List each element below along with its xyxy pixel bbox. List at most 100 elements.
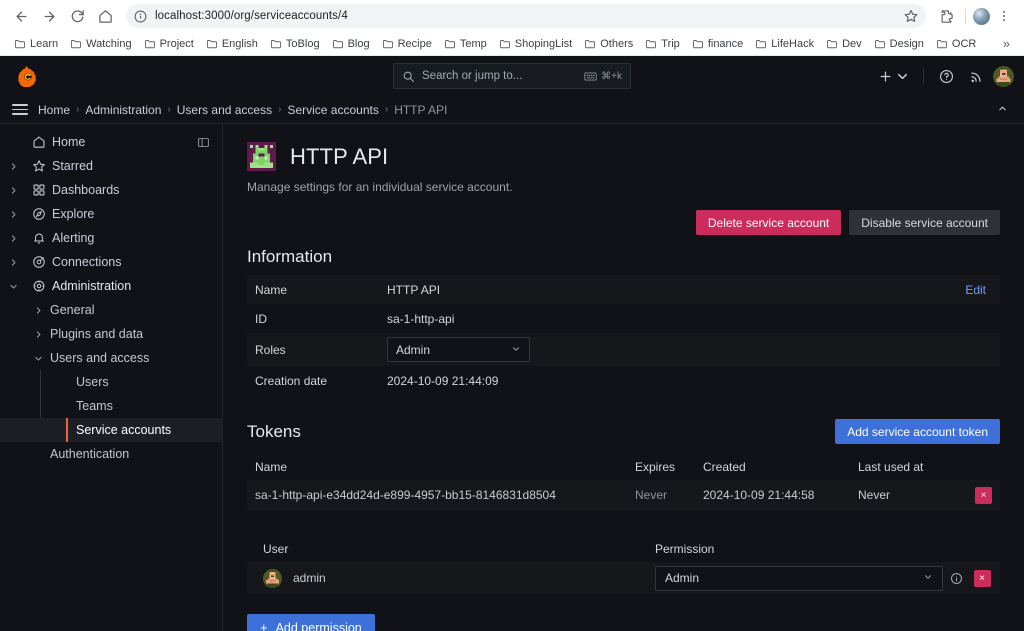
- permission-select[interactable]: Admin: [655, 565, 943, 591]
- chevron-right-icon[interactable]: [0, 234, 26, 243]
- bookmark-label: Temp: [459, 37, 487, 50]
- dock-menu-icon[interactable]: [192, 131, 214, 153]
- bookmark-star-icon[interactable]: [904, 9, 918, 23]
- bookmark-label: Project: [159, 37, 194, 50]
- news-button[interactable]: [963, 63, 989, 89]
- add-permission-container: + Add permission: [247, 614, 1000, 631]
- help-button[interactable]: [933, 63, 959, 89]
- back-icon[interactable]: [8, 3, 34, 29]
- sidebar-item-starred[interactable]: Starred: [0, 154, 222, 178]
- site-info-icon[interactable]: [134, 10, 147, 23]
- bookmark-item[interactable]: Project: [138, 36, 200, 52]
- column-header-last-used: Last used at: [858, 460, 924, 474]
- table-row: sa-1-http-api-e34dd24d-e899-4957-bb15-81…: [247, 480, 1000, 510]
- extensions-icon[interactable]: [934, 4, 958, 28]
- bookmark-label: Others: [600, 37, 634, 50]
- bookmark-item[interactable]: LifeHack: [749, 36, 820, 52]
- sidebar-item-explore[interactable]: Explore: [0, 202, 222, 226]
- folder-icon: [936, 39, 947, 48]
- user-avatar[interactable]: [993, 65, 1014, 87]
- sidebar-item-label: Users and access: [50, 351, 150, 365]
- permission-info-icon[interactable]: [943, 572, 969, 585]
- sidebar-item-users[interactable]: Users: [0, 370, 222, 394]
- star-icon: [26, 159, 52, 173]
- remove-permission-button[interactable]: ×: [973, 569, 991, 587]
- search-input[interactable]: Search or jump to... ⌘+k: [393, 63, 631, 89]
- grafana-logo-icon[interactable]: [14, 62, 42, 90]
- bookmark-item[interactable]: finance: [686, 36, 749, 52]
- browser-profile-avatar[interactable]: [973, 7, 990, 25]
- chevron-right-icon[interactable]: [0, 258, 26, 267]
- collapse-header-button[interactable]: [997, 103, 1014, 117]
- bookmark-item[interactable]: Temp: [438, 36, 493, 52]
- forward-icon[interactable]: [36, 3, 62, 29]
- chevron-down-icon[interactable]: [26, 354, 50, 363]
- add-permission-button[interactable]: + Add permission: [247, 614, 375, 631]
- sidebar-item-dashboards[interactable]: Dashboards: [0, 178, 222, 202]
- bookmarks-overflow-button[interactable]: »: [997, 36, 1016, 51]
- home-icon[interactable]: [92, 3, 118, 29]
- sidebar-item-service-accounts[interactable]: Service accounts: [0, 418, 222, 442]
- folder-icon: [332, 39, 343, 48]
- bookmark-item[interactable]: Learn: [8, 36, 64, 52]
- bookmark-item[interactable]: Design: [868, 36, 930, 52]
- bookmark-item[interactable]: Others: [578, 36, 639, 52]
- sidebar: Home Starred Dashboards Explore Alerting…: [0, 124, 223, 631]
- browser-menu-icon[interactable]: [992, 4, 1016, 28]
- table-header-row: Name Expires Created Last used at: [247, 454, 1000, 480]
- sidebar-item-connections[interactable]: Connections: [0, 250, 222, 274]
- sidebar-item-alerting[interactable]: Alerting: [0, 226, 222, 250]
- breadcrumb-item-service-accounts[interactable]: Service accounts: [287, 103, 378, 117]
- bookmark-item[interactable]: Trip: [639, 36, 686, 52]
- search-placeholder: Search or jump to...: [422, 70, 523, 82]
- bookmark-item[interactable]: Watching: [64, 36, 137, 52]
- address-bar[interactable]: localhost:3000/org/serviceaccounts/4: [126, 4, 926, 28]
- chevron-right-icon[interactable]: [0, 186, 26, 195]
- sidebar-item-teams[interactable]: Teams: [0, 394, 222, 418]
- bookmark-item[interactable]: ToBlog: [264, 36, 326, 52]
- sidebar-item-label: Starred: [52, 159, 93, 173]
- page-subtitle: Manage settings for an individual servic…: [247, 180, 513, 194]
- breadcrumb-item-home[interactable]: Home: [38, 103, 70, 117]
- permission-actions: ×: [969, 569, 995, 587]
- sidebar-item-label: General: [50, 303, 95, 317]
- bookmark-item[interactable]: English: [200, 36, 264, 52]
- bookmark-item[interactable]: Blog: [326, 36, 376, 52]
- page-header: HTTP API: [247, 142, 1000, 171]
- breadcrumb-item-users-and-access[interactable]: Users and access: [177, 103, 272, 117]
- delete-service-account-button[interactable]: Delete service account: [695, 210, 842, 235]
- bookmark-item[interactable]: Dev: [820, 36, 868, 52]
- sidebar-item-administration[interactable]: Administration: [0, 274, 222, 298]
- sidebar-item-plugins-and-data[interactable]: Plugins and data: [0, 322, 222, 346]
- user-identicon: [263, 568, 282, 588]
- sidebar-item-general[interactable]: General: [0, 298, 222, 322]
- chevron-right-icon[interactable]: [26, 330, 50, 339]
- edit-link[interactable]: Edit: [965, 283, 992, 297]
- bookmark-item[interactable]: Recipe: [376, 36, 438, 52]
- chevron-down-icon[interactable]: [0, 282, 26, 291]
- bookmark-item[interactable]: OCR: [930, 36, 982, 52]
- add-service-account-token-button[interactable]: Add service account token: [835, 419, 1000, 444]
- roles-select[interactable]: Admin: [387, 337, 530, 362]
- delete-token-button[interactable]: ×: [975, 486, 992, 504]
- sidebar-item-users-and-access[interactable]: Users and access: [0, 346, 222, 370]
- new-menu-button[interactable]: [874, 63, 914, 89]
- breadcrumb-item-current: HTTP API: [394, 102, 448, 117]
- bookmark-label: Recipe: [397, 37, 432, 50]
- sidebar-item-authentication[interactable]: Authentication: [0, 442, 222, 466]
- reload-icon[interactable]: [64, 3, 90, 29]
- menu-toggle-icon[interactable]: [12, 104, 28, 115]
- sidebar-item-home[interactable]: Home: [0, 130, 222, 154]
- folder-icon: [646, 39, 657, 48]
- bookmark-item[interactable]: ShopingList: [493, 36, 579, 52]
- info-key: Roles: [255, 342, 286, 357]
- chevron-right-icon[interactable]: [0, 162, 26, 171]
- chevron-right-icon[interactable]: [0, 210, 26, 219]
- chevron-right-icon[interactable]: [26, 306, 50, 315]
- breadcrumb-separator: ›: [76, 104, 80, 115]
- toolbar-divider: [965, 8, 966, 24]
- disable-service-account-button[interactable]: Disable service account: [849, 210, 1000, 235]
- folder-icon: [499, 39, 510, 48]
- connections-icon: [26, 255, 52, 269]
- breadcrumb-item-administration[interactable]: Administration: [85, 103, 161, 117]
